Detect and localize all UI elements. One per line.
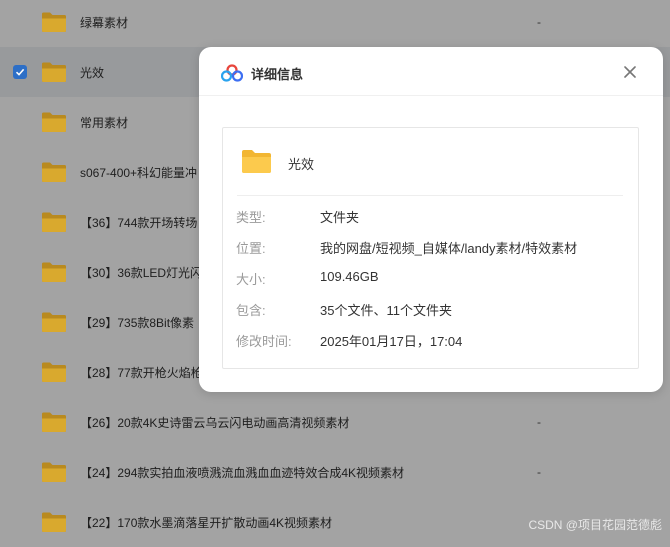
property-value: 我的网盘/短视频_自媒体/landy素材/特效素材 [320, 241, 578, 256]
file-size: - [537, 415, 541, 429]
folder-icon [42, 12, 66, 32]
close-icon[interactable] [621, 63, 639, 81]
file-size: - [537, 15, 541, 29]
folder-icon [42, 312, 66, 332]
property-label: 包含: [236, 303, 266, 318]
details-card: 光效 类型: 文件夹 位置: 我的网盘/短视频_自媒体/landy素材/特效素材… [222, 127, 639, 369]
list-item[interactable]: 绿幕素材 - [0, 0, 670, 47]
file-name: 【26】20款4K史诗雷云乌云闪电动画高清视频素材 [80, 415, 350, 430]
folder-icon [42, 62, 66, 82]
property-label: 修改时间: [236, 334, 292, 349]
file-name: 【30】36款LED灯光闪 [80, 265, 203, 280]
property-value: 文件夹 [320, 210, 360, 225]
file-name: 【29】735款8Bit像素 [80, 315, 195, 330]
folder-icon [42, 462, 66, 482]
folder-icon [42, 512, 66, 532]
property-label: 位置: [236, 241, 266, 256]
folder-name: 光效 [288, 157, 315, 172]
watermark: CSDN @项目花园范德彪 [528, 518, 662, 532]
property-value: 2025年01月17日，17:04 [320, 334, 463, 349]
file-name: 常用素材 [80, 115, 129, 130]
folder-icon [242, 150, 271, 173]
list-item[interactable]: 【26】20款4K史诗雷云乌云闪电动画高清视频素材 - [0, 397, 670, 447]
file-name: 【28】77款开枪火焰枪 [80, 365, 203, 380]
list-item[interactable]: 【24】294款实拍血液喷溅流血溅血血迹特效合成4K视频素材 - [0, 447, 670, 497]
file-name: s067-400+科幻能量冲 [80, 165, 198, 180]
dialog-title: 详细信息 [251, 67, 304, 82]
divider [237, 195, 623, 196]
dialog-header: 详细信息 [199, 47, 663, 96]
cloud-drive-logo-icon [221, 64, 243, 82]
checkbox-checked[interactable] [13, 65, 27, 79]
folder-icon [42, 412, 66, 432]
folder-icon [42, 112, 66, 132]
property-value: 35个文件、11个文件夹 [320, 303, 452, 318]
property-label: 大小: [236, 272, 266, 287]
property-value: 109.46GB [320, 269, 379, 284]
file-name: 光效 [80, 65, 105, 80]
file-size: - [537, 465, 541, 479]
file-name: 【24】294款实拍血液喷溅流血溅血血迹特效合成4K视频素材 [80, 465, 405, 480]
property-label: 类型: [236, 210, 266, 225]
file-name: 绿幕素材 [80, 15, 129, 30]
folder-icon [42, 362, 66, 382]
folder-icon [42, 212, 66, 232]
check-icon [15, 68, 25, 76]
file-name: 【36】744款开场转场 [80, 215, 198, 230]
folder-icon [42, 262, 66, 282]
file-name: 【22】170款水墨滴落星开扩散动画4K视频素材 [80, 515, 333, 530]
folder-icon [42, 162, 66, 182]
details-dialog: 详细信息 光效 类型: 文件夹 位置: 我的网盘/短视频_自媒体/landy素材… [199, 47, 663, 392]
